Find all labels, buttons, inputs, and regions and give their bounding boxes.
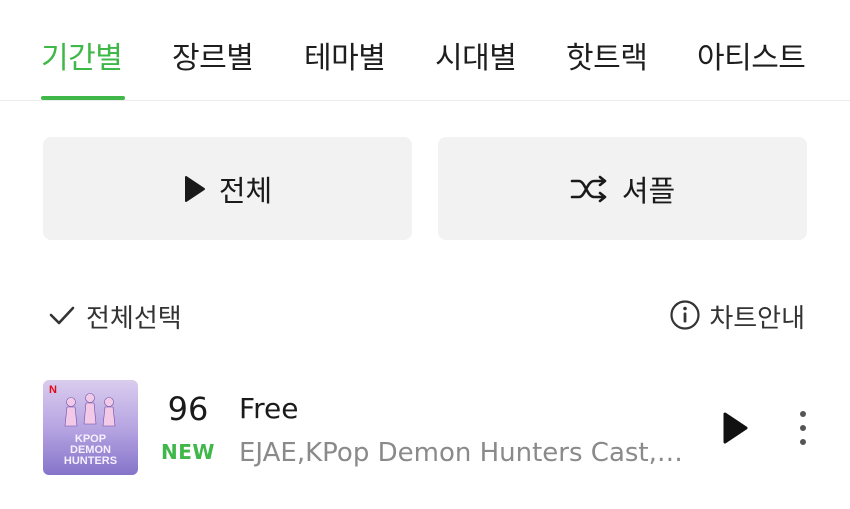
play-icon [720,412,750,449]
chart-info-link[interactable]: 차트안내 [669,298,805,335]
play-all-label: 전체 [218,173,273,208]
tab-hot-track[interactable]: 핫트랙 [566,33,648,77]
track-row[interactable]: N KPOP DEMON HUNTERS 96 NEW Free EJAE,KP… [0,378,850,478]
shuffle-icon [570,175,610,203]
select-all-toggle[interactable]: 전체선택 [48,298,182,335]
track-artist[interactable]: EJAE,KPop Demon Hunters Cast,Rumi [239,438,699,468]
svg-text:HUNTERS: HUNTERS [64,455,117,467]
shuffle-label: 셔플 [621,173,676,208]
tab-artist[interactable]: 아티스트 [697,33,806,77]
more-vertical-icon [795,411,811,451]
new-badge: NEW [161,440,215,464]
track-title[interactable]: Free [239,392,298,425]
shuffle-button[interactable]: 셔플 [438,137,807,240]
tab-theme[interactable]: 테마별 [304,33,386,77]
play-icon [183,175,207,203]
tab-period[interactable]: 기간별 [41,33,123,77]
tab-genre[interactable]: 장르별 [172,33,254,77]
info-icon [669,299,701,335]
track-play-button[interactable] [720,411,750,449]
active-tab-indicator [41,96,125,100]
checkmark-icon [48,304,76,330]
track-more-button[interactable] [795,409,811,451]
svg-text:N: N [49,384,57,396]
chart-tab-bar: 기간별 장르별 테마별 시대별 핫트랙 아티스트 [0,0,850,101]
album-art[interactable]: N KPOP DEMON HUNTERS [43,380,138,475]
play-all-button[interactable]: 전체 [43,137,412,240]
chart-info-label: 차트안내 [709,304,805,334]
track-rank: 96 [167,390,209,428]
select-all-label: 전체선택 [86,304,182,334]
tab-era[interactable]: 시대별 [435,33,517,77]
